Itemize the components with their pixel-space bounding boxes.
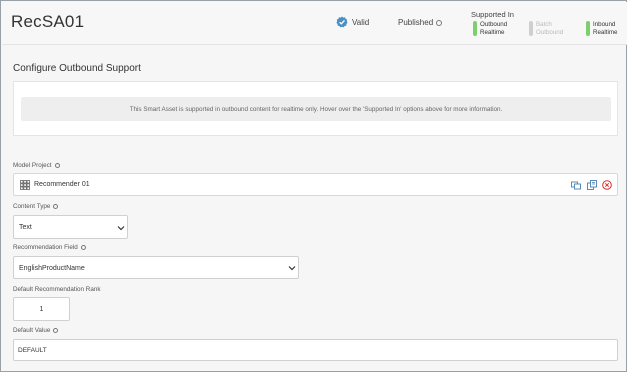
check-badge-icon [336, 16, 348, 28]
chevron-down-icon [288, 266, 296, 271]
window-frame: RecSA01 Valid Published Supported In Out… [0, 0, 627, 372]
content-type-select[interactable]: Text [13, 215, 128, 239]
content-type-label: Content Type [13, 203, 59, 210]
supported-item-label: Batch Outbound [536, 21, 564, 36]
status-indicator [586, 21, 590, 36]
chevron-down-icon [117, 226, 125, 231]
status-indicator [529, 21, 533, 36]
valid-label: Valid [352, 17, 370, 27]
asset-header: RecSA01 Valid Published Supported In Out… [2, 2, 627, 45]
notice-text: This Smart Asset is supported in outboun… [21, 97, 611, 121]
recommendation-field-value: EnglishProductName [19, 265, 85, 272]
published-label: Published [398, 18, 434, 27]
model-project-field[interactable]: Recommender 01 [13, 173, 618, 196]
section-title: Configure Outbound Support [13, 63, 141, 74]
supported-outbound-realtime[interactable]: Outbound Realtime [473, 21, 507, 37]
grid-model-icon [20, 180, 30, 190]
content-type-value: Text [19, 224, 32, 231]
default-value-text: DEFAULT [18, 347, 47, 354]
supported-item-label: Inbound Realtime [593, 21, 618, 36]
valid-status[interactable]: Valid [336, 16, 369, 28]
asset-title: RecSA01 [11, 12, 85, 31]
status-indicator [473, 21, 477, 36]
info-icon[interactable] [54, 163, 60, 168]
notice-panel: This Smart Asset is supported in outboun… [13, 81, 618, 136]
supported-in-label: Supported In [471, 10, 514, 19]
default-value-input[interactable]: DEFAULT [13, 339, 618, 361]
supported-inbound-realtime[interactable]: Inbound Realtime [586, 21, 617, 37]
default-rank-input[interactable]: 1 [13, 297, 70, 321]
supported-item-label: Outbound Realtime [480, 21, 508, 36]
recommendation-field-label: Recommendation Field [13, 244, 86, 251]
supported-batch-outbound[interactable]: Batch Outbound [529, 21, 563, 37]
default-rank-label: Default Recommendation Rank [13, 286, 101, 293]
copy-icon[interactable] [587, 180, 597, 190]
model-project-label: Model Project [13, 162, 60, 169]
info-icon[interactable] [436, 19, 443, 26]
published-status[interactable]: Published [398, 18, 443, 27]
default-value-label: Default Value [13, 327, 59, 334]
recommendation-field-select[interactable]: EnglishProductName [13, 256, 299, 279]
info-icon[interactable] [53, 328, 59, 333]
link-icon[interactable] [571, 180, 581, 190]
remove-circle-icon[interactable] [602, 180, 612, 190]
info-icon[interactable] [53, 204, 59, 209]
info-icon[interactable] [80, 245, 86, 250]
model-project-value: Recommender 01 [34, 181, 90, 188]
